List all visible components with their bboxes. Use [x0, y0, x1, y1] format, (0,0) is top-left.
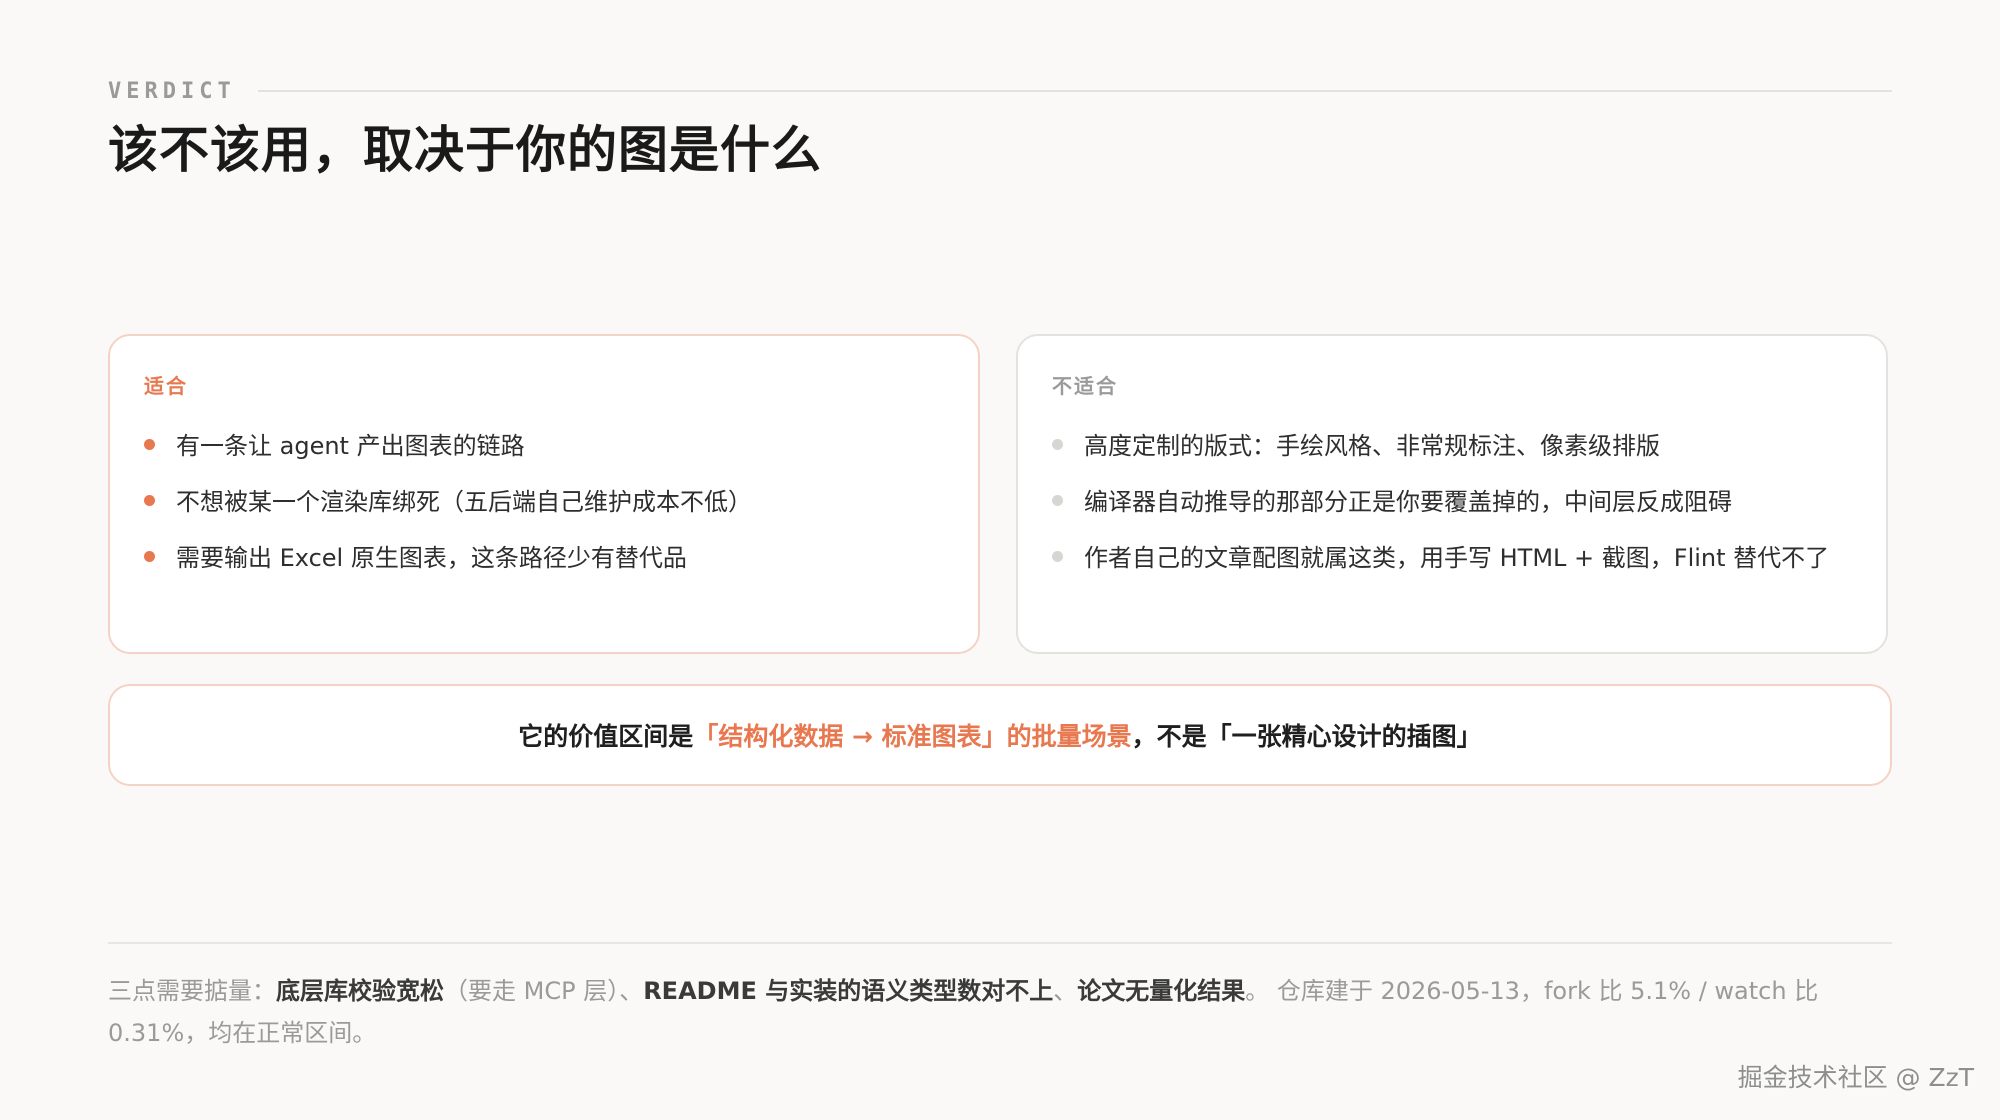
- summary-callout: 它的价值区间是 「结构化数据 → 标准图表」的批量场景 ，不是「一张精心设计的插图」: [108, 684, 1892, 786]
- eyebrow-divider: [257, 90, 1892, 92]
- list-item: 高度定制的版式：手绘风格、非常规标注、像素级排版: [1052, 425, 1852, 467]
- list-item-text: 编译器自动推导的那部分正是你要覆盖掉的，中间层反成阻碍: [1084, 488, 1732, 516]
- list-item: 需要输出 Excel 原生图表，这条路径少有替代品: [144, 537, 944, 579]
- footnote-lead: 三点需要掂量：: [108, 977, 276, 1005]
- eyebrow-row: VERDICT: [108, 76, 1892, 106]
- fit-card-label: 适合: [144, 374, 188, 398]
- list-item-text: 作者自己的文章配图就属这类，用手写 HTML + 截图，Flint 替代不了: [1084, 544, 1830, 572]
- fit-list: 有一条让 agent 产出图表的链路 不想被某一个渲染库绑死（五后端自己维护成本…: [144, 425, 944, 579]
- footnote-point-1-note: （要走 MCP 层）、: [444, 977, 644, 1005]
- bullet-dot-icon: [1052, 495, 1063, 506]
- summary-prefix: 它的价值区间是: [518, 722, 694, 751]
- list-item-text: 高度定制的版式：手绘风格、非常规标注、像素级排版: [1084, 432, 1660, 460]
- unfit-card: 不适合 高度定制的版式：手绘风格、非常规标注、像素级排版 编译器自动推导的那部分…: [1016, 334, 1888, 654]
- footnote-point-3: 论文无量化结果: [1077, 977, 1246, 1005]
- list-item: 编译器自动推导的那部分正是你要覆盖掉的，中间层反成阻碍: [1052, 481, 1852, 523]
- bullet-dot-icon: [144, 551, 155, 562]
- summary-suffix: ，不是「一张精心设计的插图」: [1131, 722, 1482, 751]
- unfit-list: 高度定制的版式：手绘风格、非常规标注、像素级排版 编译器自动推导的那部分正是你要…: [1052, 425, 1852, 579]
- list-item-text: 有一条让 agent 产出图表的链路: [176, 432, 525, 460]
- footnote-separator: 、: [1053, 977, 1078, 1005]
- footnote: 三点需要掂量：底层库校验宽松（要走 MCP 层）、README 与实装的语义类型…: [108, 970, 1892, 1054]
- list-item-text: 不想被某一个渲染库绑死（五后端自己维护成本不低）: [176, 488, 752, 516]
- footer-divider: [108, 942, 1892, 944]
- bullet-dot-icon: [1052, 439, 1063, 450]
- bullet-dot-icon: [144, 495, 155, 506]
- list-item: 不想被某一个渲染库绑死（五后端自己维护成本不低）: [144, 481, 944, 523]
- page-title: 该不该用，取决于你的图是什么: [108, 121, 822, 179]
- fit-card: 适合 有一条让 agent 产出图表的链路 不想被某一个渲染库绑死（五后端自己维…: [108, 334, 980, 654]
- watermark: 掘金技术社区 @ ZzT: [1737, 1063, 1974, 1092]
- bullet-dot-icon: [144, 439, 155, 450]
- footnote-point-2: README 与实装的语义类型数对不上: [643, 977, 1054, 1005]
- unfit-card-label: 不适合: [1052, 374, 1118, 398]
- footnote-point-1: 底层库校验宽松: [276, 977, 444, 1005]
- list-item: 有一条让 agent 产出图表的链路: [144, 425, 944, 467]
- list-item-text: 需要输出 Excel 原生图表，这条路径少有替代品: [176, 544, 687, 572]
- summary-highlight: 「结构化数据 → 标准图表」的批量场景: [693, 722, 1132, 751]
- list-item: 作者自己的文章配图就属这类，用手写 HTML + 截图，Flint 替代不了: [1052, 537, 1852, 579]
- eyebrow-label: VERDICT: [108, 78, 236, 104]
- bullet-dot-icon: [1052, 551, 1063, 562]
